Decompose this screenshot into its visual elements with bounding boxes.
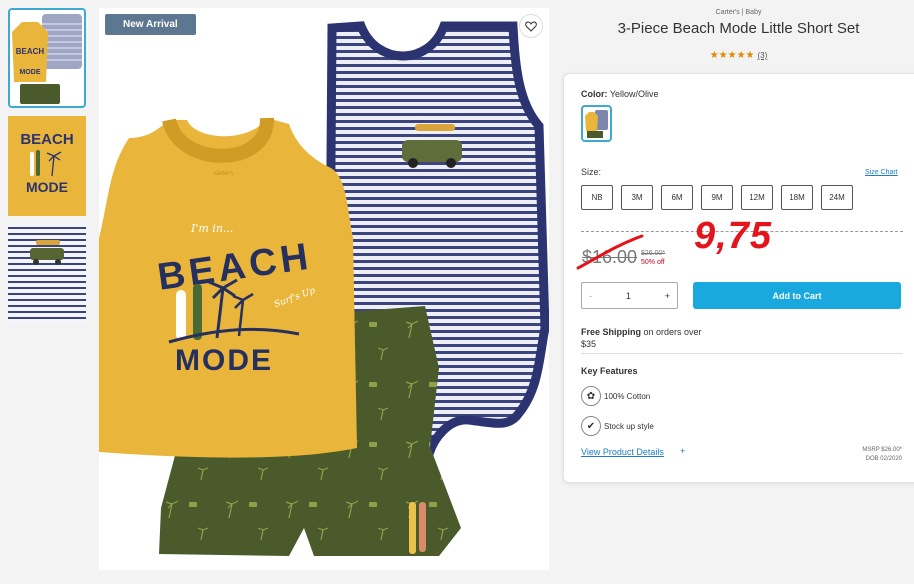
size-18m[interactable]: 18M [781, 185, 813, 210]
svg-text:BEACH: BEACH [20, 131, 73, 148]
size-chart-link[interactable]: Size Chart [865, 169, 898, 176]
thumbnail-3[interactable] [8, 224, 86, 324]
red-strike-mark [576, 234, 644, 270]
size-24m[interactable]: 24M [821, 185, 853, 210]
color-row: Color: Yellow/Olive [581, 89, 659, 99]
quantity-value[interactable]: 1 [626, 291, 631, 301]
size-9m[interactable]: 9M [701, 185, 733, 210]
thumbnail-2-image: BEACH MODE [20, 131, 73, 195]
size-6m[interactable]: 6M [661, 185, 693, 210]
swatch-image [585, 110, 608, 138]
feature-label: Stock up style [604, 421, 654, 431]
print-im-in: I'm in... [190, 222, 233, 235]
size-label: Size: [581, 167, 602, 177]
purchase-card: Color: Yellow/Olive Size: Size Chart NB … [563, 73, 914, 483]
msrp-line: MSRP $26.00* [862, 447, 902, 453]
product-page: BEACH MODE BEACH MODE I'm in... BEACH Su… [0, 0, 914, 584]
thumbnail-2[interactable]: BEACH MODE [8, 116, 86, 216]
cotton-icon: ✿ [581, 386, 601, 406]
size-12m[interactable]: 12M [741, 185, 773, 210]
print-mode: MODE [175, 344, 273, 377]
review-count-link[interactable]: (3) [758, 51, 768, 60]
size-options: NB 3M 6M 9M 12M 18M 24M [581, 185, 853, 210]
color-swatch-yellow-olive[interactable] [581, 105, 612, 142]
shipping-text: on orders over [641, 327, 702, 337]
key-features-heading: Key Features [581, 366, 638, 376]
thumbnail-1[interactable]: BEACH MODE [8, 8, 86, 108]
quantity-increase-button[interactable]: + [665, 291, 670, 301]
main-product-image: I'm in... BEACH Surf's Up MODE carter's … [99, 8, 549, 570]
print-tag: carter's [214, 171, 233, 177]
feature-label: 100% Cotton [604, 391, 651, 401]
heart-icon [525, 20, 537, 32]
feature-stock-up: ✔ Stock up style [581, 416, 654, 436]
thumbnail-3-image [8, 224, 86, 324]
divider [581, 353, 903, 354]
shipping-info: Free Shipping on orders over $35 [581, 326, 741, 350]
size-nb[interactable]: NB [581, 185, 613, 210]
msrp-info: MSRP $26.00* DOB 02/2020 [834, 446, 902, 464]
feature-cotton: ✿ 100% Cotton [581, 386, 650, 406]
quantity-stepper: - 1 + [581, 282, 678, 309]
checkmark-icon: ✔ [581, 416, 601, 436]
color-value: Yellow/Olive [609, 89, 659, 99]
free-shipping-label: Free Shipping [581, 327, 642, 337]
add-to-cart-button[interactable]: Add to Cart [693, 282, 901, 309]
dob-line: DOB 02/2020 [865, 456, 902, 462]
view-product-details-link[interactable]: View Product Details [581, 447, 664, 457]
brand-label: Carter's | Baby [715, 9, 762, 16]
new-arrival-badge: New Arrival [105, 14, 196, 35]
color-label: Color: [581, 89, 608, 99]
svg-text:BEACH: BEACH [16, 47, 45, 56]
product-photo: I'm in... BEACH Surf's Up MODE carter's [99, 21, 549, 556]
thumbnail-1-image: BEACH MODE [12, 14, 82, 104]
shipping-amount: $35 [581, 339, 597, 349]
rating: ★★★★★ (3) [563, 50, 914, 61]
size-3m[interactable]: 3M [621, 185, 653, 210]
star-rating: ★★★★★ [709, 50, 755, 61]
expand-details-icon[interactable]: + [680, 446, 685, 456]
svg-text:MODE: MODE [26, 179, 68, 195]
svg-text:MODE: MODE [20, 69, 41, 76]
product-title: 3-Piece Beach Mode Little Short Set [617, 20, 860, 37]
quantity-decrease-button[interactable]: - [589, 291, 592, 301]
favorite-button[interactable] [519, 14, 543, 38]
handwritten-price: 9,75 [694, 215, 772, 257]
